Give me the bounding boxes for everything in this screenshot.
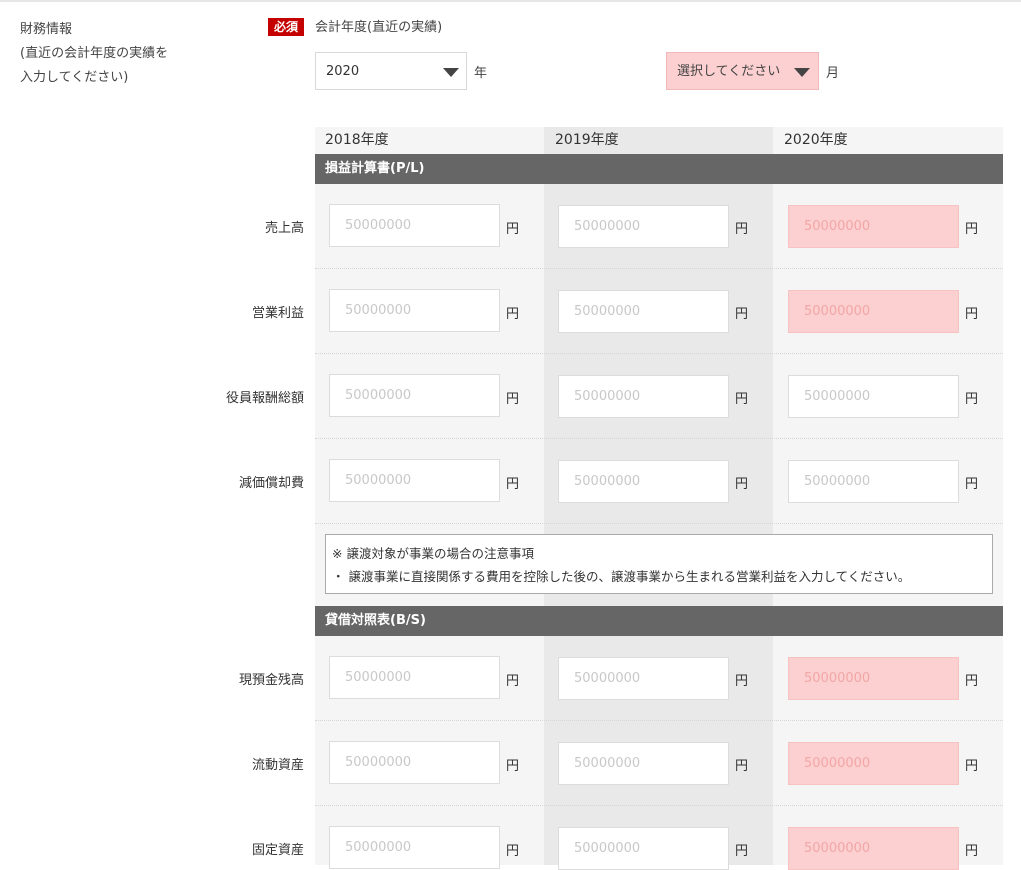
row-label-fixed-assets: 固定資産 [251,843,304,858]
executive-compensation-2019-input[interactable] [558,375,729,418]
row-label-executive-compensation: 役員報酬総額 [225,391,304,406]
pl-section-header: 損益計算書(P/L) [315,154,1003,184]
operating-profit-2019-input[interactable] [558,290,729,333]
row-divider [315,268,1003,269]
yen-unit: 円 [735,844,749,859]
fiscal-year-select[interactable]: 2020 [315,52,467,90]
notice-box: ※ 譲渡対象が事業の場合の注意事項 ・ 譲渡事業に直接関係する費用を控除した後の… [325,534,993,594]
row-divider [315,523,1003,524]
row-divider [315,353,1003,354]
yen-unit: 円 [506,222,520,237]
chevron-down-icon [794,68,810,77]
current-assets-2018-input[interactable] [329,741,500,784]
depreciation-2019-input[interactable] [558,460,729,503]
row-label-depreciation: 減価償却費 [238,476,304,491]
fixed-assets-2018-input[interactable] [329,826,500,869]
notice-heading: ※ 譲渡対象が事業の場合の注意事項 [332,546,534,561]
yen-unit: 円 [965,307,979,322]
yen-unit: 円 [506,392,520,407]
chevron-down-icon [443,68,459,77]
fiscal-year-value: 2020 [326,64,360,79]
row-label-current-assets: 流動資産 [251,758,304,773]
bs-section-header: 貸借対照表(B/S) [315,606,1003,636]
row-label-sales: 売上高 [264,221,304,236]
cash-balance-2018-input[interactable] [329,656,500,699]
yen-unit: 円 [965,477,979,492]
yen-unit: 円 [965,759,979,774]
current-assets-2020-input[interactable] [788,742,959,785]
yen-unit: 円 [735,307,749,322]
yen-unit: 円 [735,674,749,689]
depreciation-2018-input[interactable] [329,459,500,502]
depreciation-2020-input[interactable] [788,460,959,503]
fiscal-month-select[interactable]: 選択してください [666,52,819,90]
section-title: 財務情報 [20,22,73,37]
sales-2020-input[interactable] [788,205,959,248]
yen-unit: 円 [965,222,979,237]
current-assets-2019-input[interactable] [558,742,729,785]
yen-unit: 円 [965,392,979,407]
yen-unit: 円 [735,477,749,492]
yen-unit: 円 [965,674,979,689]
yen-unit: 円 [506,844,520,859]
fixed-assets-2020-input[interactable] [788,827,959,870]
cash-balance-2020-input[interactable] [788,657,959,700]
sales-2019-input[interactable] [558,205,729,248]
notice-body: ・ 譲渡事業に直接関係する費用を控除した後の、譲渡事業から生まれる営業利益を入力… [332,569,911,584]
executive-compensation-2018-input[interactable] [329,374,500,417]
operating-profit-2020-input[interactable] [788,290,959,333]
year-unit: 年 [474,66,488,81]
yen-unit: 円 [735,222,749,237]
yen-unit: 円 [506,307,520,322]
row-label-operating-profit: 営業利益 [251,306,304,321]
yen-unit: 円 [506,674,520,689]
yen-unit: 円 [735,392,749,407]
required-badge: 必須 [268,18,304,36]
cash-balance-2019-input[interactable] [558,657,729,700]
fiscal-month-value: 選択してください [677,64,781,79]
section-subtitle-1: (直近の会計年度の実績を [20,46,169,61]
financial-info-label: 財務情報 (直近の会計年度の実績を 入力してください) [20,18,168,90]
yen-unit: 円 [506,759,520,774]
section-subtitle-2: 入力してください) [20,70,129,85]
row-label-cash-balance: 現預金残高 [238,673,304,688]
yen-unit: 円 [965,844,979,859]
operating-profit-2018-input[interactable] [329,289,500,332]
row-divider [315,438,1003,439]
top-divider [0,0,1021,2]
executive-compensation-2020-input[interactable] [788,375,959,418]
column-header-2020: 2020年度 [784,132,848,148]
sales-2018-input[interactable] [329,204,500,247]
yen-unit: 円 [735,759,749,774]
fixed-assets-2019-input[interactable] [558,827,729,870]
column-header-2018: 2018年度 [325,132,389,148]
row-divider [315,720,1003,721]
fiscal-year-label: 会計年度(直近の実績) [315,20,443,35]
yen-unit: 円 [506,477,520,492]
row-divider [315,805,1003,806]
month-unit: 月 [826,66,840,81]
column-header-2019: 2019年度 [555,132,619,148]
